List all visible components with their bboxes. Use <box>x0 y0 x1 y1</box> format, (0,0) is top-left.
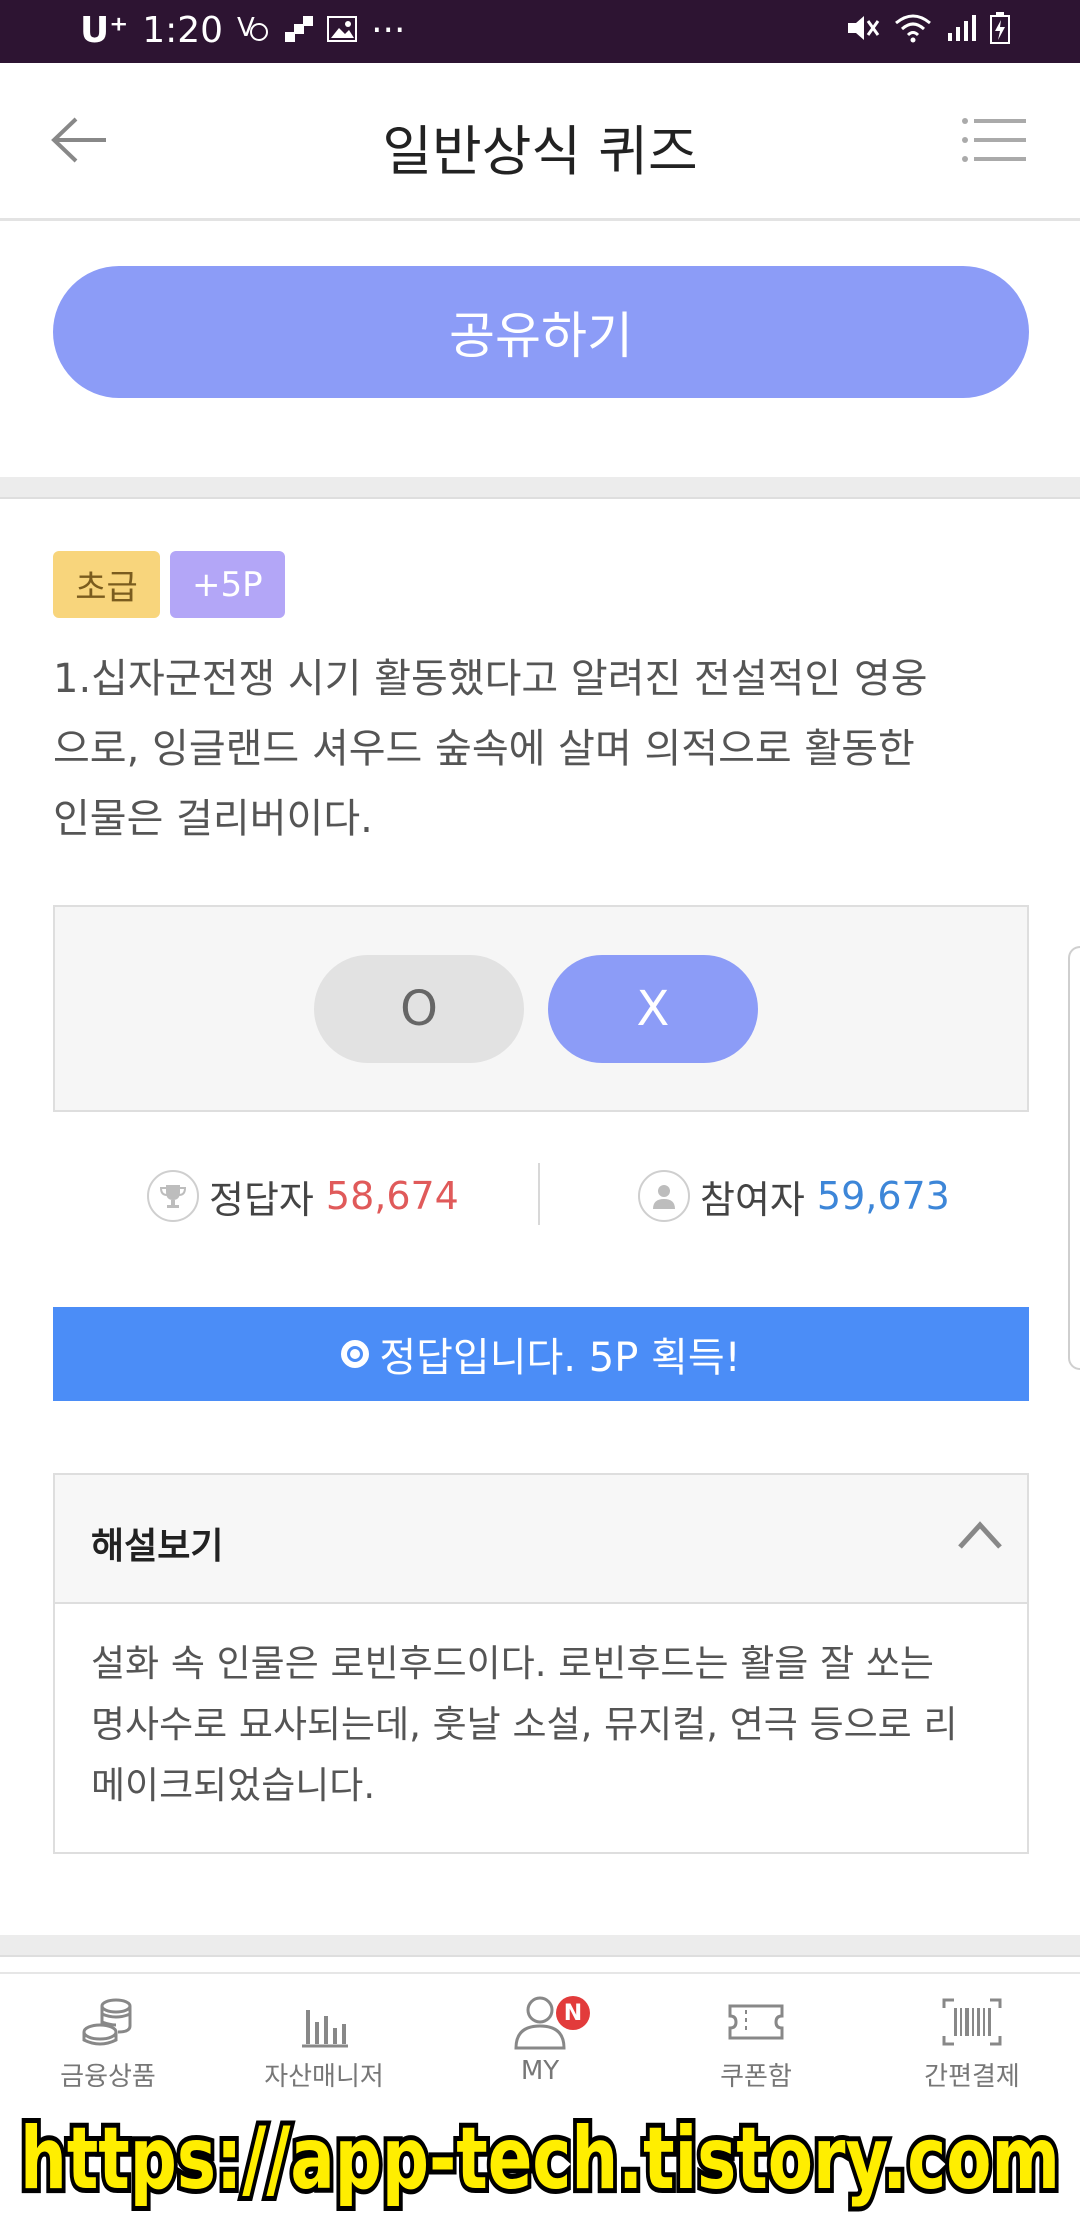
explanation-title: 해설보기 <box>91 1526 224 1567</box>
explanation-text: 설화 속 인물은 로빈후드이다. 로빈후드는 활을 잘 쏘는 명사수로 묘사되는… <box>91 1633 991 1816</box>
data-saver-icon: V <box>237 10 271 51</box>
share-button[interactable]: 공유하기 <box>53 266 1029 398</box>
stats-divider <box>538 1163 540 1225</box>
explanation-line: 메이크되었습니다. <box>91 1764 376 1807</box>
ticket-icon <box>728 2004 784 2040</box>
trophy-icon <box>147 1170 199 1222</box>
more-notifications-icon: ··· <box>371 10 406 51</box>
watermark-text: https://app-tech.tistory.com <box>20 2109 1060 2209</box>
result-text: 정답입니다. 5P 획득! <box>379 1335 741 1381</box>
wifi-icon <box>894 13 932 51</box>
bottom-divider <box>0 1935 1080 1957</box>
battery-icon <box>990 12 1010 52</box>
level-badge: 초급 <box>53 551 160 618</box>
answer-x-button[interactable]: X <box>548 955 758 1063</box>
status-bar: U⁺ 1:20 V ··· <box>0 0 1080 63</box>
nav-label: 금융상품 <box>60 2062 156 2092</box>
bar-chart-icon <box>302 2010 348 2048</box>
participants-count: 59,673 <box>816 1174 950 1218</box>
participants-label: 참여자 <box>700 1177 805 1222</box>
steps-icon <box>285 10 314 51</box>
result-banner: 정답입니다. 5P 획득! <box>53 1307 1029 1401</box>
points-badge: +5P <box>170 551 285 618</box>
nav-label: MY <box>520 2056 560 2086</box>
nav-label: 간편결제 <box>924 2062 1020 2092</box>
image-icon <box>327 10 358 51</box>
explanation-panel: 해설보기 설화 속 인물은 로빈후드이다. 로빈후드는 활을 잘 쏘는 명사수로… <box>53 1473 1029 1854</box>
answer-o-button[interactable]: O <box>314 955 524 1063</box>
status-left: U⁺ 1:20 V ··· <box>80 10 405 51</box>
explanation-line: 설화 속 인물은 로빈후드이다. 로빈후드는 활을 잘 쏘는 <box>91 1642 934 1685</box>
correct-count: 58,674 <box>325 1174 459 1218</box>
explanation-toggle[interactable]: 해설보기 <box>55 1475 1027 1604</box>
status-right <box>846 12 1010 52</box>
question-line: 1.십자군전쟁 시기 활동했다고 알려진 전설적인 영웅 <box>53 656 928 702</box>
list-menu-icon[interactable] <box>962 117 1028 163</box>
barcode-icon <box>942 1998 1002 2046</box>
watermark: https://app-tech.tistory.com <box>0 2090 1080 2220</box>
explanation-line: 명사수로 묘사되는데, 훗날 소설, 뮤지컬, 연극 등으로 리 <box>91 1703 958 1746</box>
share-section: 공유하기 <box>0 221 1080 477</box>
badges: 초급 +5P <box>53 551 285 618</box>
page-title: 일반상식 퀴즈 <box>382 120 698 183</box>
side-panel-handle[interactable] <box>1068 946 1080 1370</box>
mute-icon <box>846 13 880 51</box>
signal-icon <box>946 13 976 51</box>
question-line: 으로, 잉글랜드 셔우드 숲속에 살며 의적으로 활동한 <box>53 726 915 772</box>
coins-icon <box>82 1998 132 2046</box>
correct-stat: 정답자 58,674 <box>147 1163 459 1229</box>
circle-o-icon <box>341 1340 370 1368</box>
participants-stat: 참여자 59,673 <box>638 1163 950 1229</box>
answer-options: O X <box>53 905 1029 1112</box>
carrier-label: U⁺ <box>80 10 129 51</box>
correct-label: 정답자 <box>209 1177 314 1222</box>
person-icon <box>638 1170 690 1222</box>
status-time: 1:20 <box>142 10 224 51</box>
question-text: 1.십자군전쟁 시기 활동했다고 알려진 전설적인 영웅 으로, 잉글랜드 셔우… <box>53 644 1033 854</box>
nav-label: 쿠폰함 <box>720 2062 792 2092</box>
new-badge: N <box>556 1996 590 2030</box>
quiz-stats: 정답자 58,674 참여자 59,673 <box>53 1163 1029 1229</box>
chevron-up-icon[interactable] <box>957 1519 1003 1551</box>
section-divider <box>0 477 1080 499</box>
question-line: 인물은 걸리버이다. <box>53 796 373 842</box>
app-header: 일반상식 퀴즈 <box>0 63 1080 221</box>
nav-label: 자산매니저 <box>264 2062 384 2092</box>
